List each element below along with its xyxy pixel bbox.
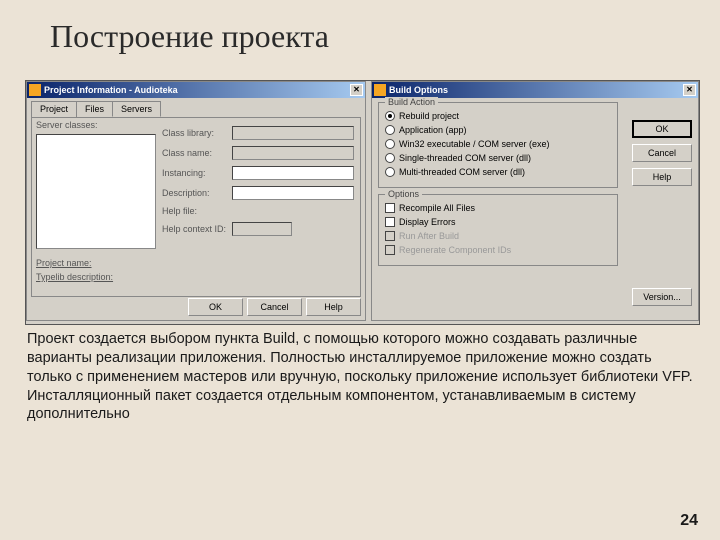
close-icon[interactable]: ✕ — [350, 84, 363, 96]
radio-single-label: Single-threaded COM server (dll) — [399, 153, 531, 163]
radio-icon — [385, 167, 395, 177]
servers-panel: Server classes: Class library: Class nam… — [31, 117, 361, 297]
options-group: Options Recompile All Files Display Erro… — [378, 194, 618, 266]
tab-servers[interactable]: Servers — [112, 101, 161, 117]
check-regen-label: Regenerate Component IDs — [399, 245, 511, 255]
window-title: Build Options — [389, 85, 448, 95]
radio-app-label: Application (app) — [399, 125, 467, 135]
radio-rebuild[interactable]: Rebuild project — [385, 111, 611, 121]
class-name-label: Class name: — [162, 148, 232, 158]
check-recompile-label: Recompile All Files — [399, 203, 475, 213]
check-display-label: Display Errors — [399, 217, 456, 227]
help-button[interactable]: Help — [306, 298, 361, 316]
radio-exe-label: Win32 executable / COM server (exe) — [399, 139, 550, 149]
tab-files[interactable]: Files — [76, 101, 113, 117]
check-runafter-label: Run After Build — [399, 231, 459, 241]
radio-icon — [385, 139, 395, 149]
description-label: Description: — [162, 188, 232, 198]
instancing-field[interactable] — [232, 166, 354, 180]
build-action-group: Build Action Rebuild project Application… — [378, 102, 618, 188]
body-text: Проект создается выбором пункта Build, с… — [27, 330, 693, 424]
checkbox-icon — [385, 217, 395, 227]
checkbox-icon — [385, 245, 395, 255]
options-legend: Options — [385, 189, 422, 199]
tab-project[interactable]: Project — [31, 101, 77, 117]
screenshot-area: Project Information - Audioteka ✕ Projec… — [25, 80, 700, 325]
titlebar-right: Build Options ✕ — [372, 82, 698, 98]
close-icon[interactable]: ✕ — [683, 84, 696, 96]
check-recompile[interactable]: Recompile All Files — [385, 203, 611, 213]
right-button-column: OK Cancel Help — [632, 120, 692, 186]
server-classes-label: Server classes: — [36, 120, 98, 130]
version-button[interactable]: Version... — [632, 288, 692, 306]
build-action-legend: Build Action — [385, 97, 438, 107]
class-library-field — [232, 126, 354, 140]
radio-rebuild-label: Rebuild project — [399, 111, 459, 121]
helpfile-label: Help file: — [162, 206, 232, 216]
radio-app[interactable]: Application (app) — [385, 125, 611, 135]
check-regen: Regenerate Component IDs — [385, 245, 611, 255]
class-library-label: Class library: — [162, 128, 232, 138]
check-runafter: Run After Build — [385, 231, 611, 241]
radio-multi-label: Multi-threaded COM server (dll) — [399, 167, 525, 177]
project-name-label: Project name: — [36, 258, 126, 268]
cancel-button[interactable]: Cancel — [247, 298, 302, 316]
helpcontext-field — [232, 222, 292, 236]
app-icon — [29, 84, 41, 96]
button-row-left: OK Cancel Help — [31, 298, 361, 316]
radio-icon — [385, 125, 395, 135]
build-options-window: Build Options ✕ Build Action Rebuild pro… — [371, 81, 699, 321]
radio-multi[interactable]: Multi-threaded COM server (dll) — [385, 167, 611, 177]
checkbox-icon — [385, 203, 395, 213]
tab-strip: Project Files Servers — [27, 98, 365, 117]
radio-single[interactable]: Single-threaded COM server (dll) — [385, 153, 611, 163]
cancel-button[interactable]: Cancel — [632, 144, 692, 162]
slide-title: Построение проекта — [0, 0, 720, 55]
server-classes-list[interactable] — [36, 134, 156, 249]
ok-button[interactable]: OK — [188, 298, 243, 316]
helpcontext-label: Help context ID: — [162, 224, 232, 234]
project-info-window: Project Information - Audioteka ✕ Projec… — [26, 81, 366, 321]
checkbox-icon — [385, 231, 395, 241]
instancing-label: Instancing: — [162, 168, 232, 178]
page-number: 24 — [680, 512, 698, 530]
description-field[interactable] — [232, 186, 354, 200]
window-title: Project Information - Audioteka — [44, 85, 178, 95]
radio-icon — [385, 111, 395, 121]
ok-button[interactable]: OK — [632, 120, 692, 138]
typelib-desc-label: Typelib description: — [36, 272, 126, 282]
check-display[interactable]: Display Errors — [385, 217, 611, 227]
radio-icon — [385, 153, 395, 163]
app-icon — [374, 84, 386, 96]
class-name-field — [232, 146, 354, 160]
titlebar-left: Project Information - Audioteka ✕ — [27, 82, 365, 98]
radio-exe[interactable]: Win32 executable / COM server (exe) — [385, 139, 611, 149]
help-button[interactable]: Help — [632, 168, 692, 186]
